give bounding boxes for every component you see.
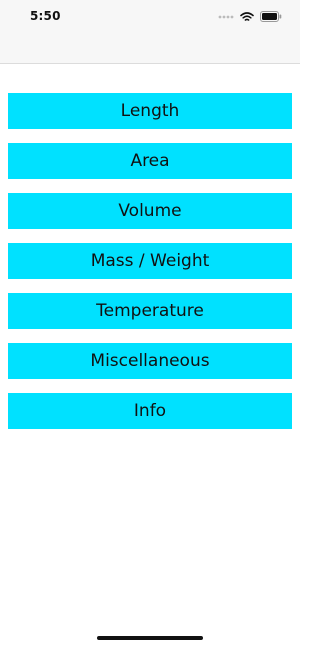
menu-button-length[interactable]: Length <box>8 93 292 129</box>
wifi-icon <box>240 11 254 22</box>
menu-button-temperature[interactable]: Temperature <box>8 293 292 329</box>
home-indicator[interactable] <box>97 636 203 640</box>
menu-button-area[interactable]: Area <box>8 143 292 179</box>
signal-dots-icon <box>218 14 234 20</box>
battery-icon <box>260 11 282 22</box>
status-icons <box>218 11 282 22</box>
menu-button-mass-weight[interactable]: Mass / Weight <box>8 243 292 279</box>
converter-menu: Length Area Volume Mass / Weight Temperature… <box>8 93 292 443</box>
status-bar: 5:50 <box>0 0 300 64</box>
menu-button-info[interactable]: Info <box>8 393 292 429</box>
menu-button-volume[interactable]: Volume <box>8 193 292 229</box>
menu-button-miscellaneous[interactable]: Miscellaneous <box>8 343 292 379</box>
status-time: 5:50 <box>30 9 61 23</box>
